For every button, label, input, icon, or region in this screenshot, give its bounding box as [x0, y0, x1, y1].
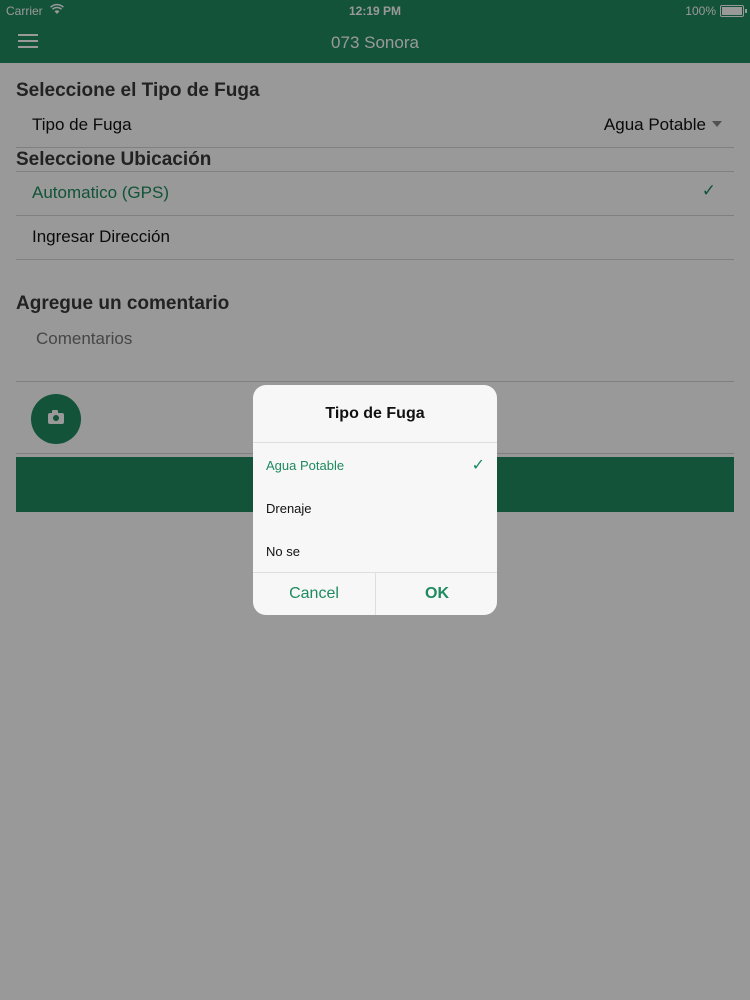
dialog-option-no-se[interactable]: No se [253, 529, 497, 572]
checkmark-icon: ✓ [471, 457, 485, 474]
dialog-title: Tipo de Fuga [325, 405, 425, 422]
cancel-button[interactable]: Cancel [253, 572, 375, 615]
ok-button[interactable]: OK [375, 572, 497, 615]
dialog-option-label: Drenaje [266, 501, 312, 516]
dialog-option-label: No se [266, 544, 300, 559]
leak-type-dialog: Tipo de Fuga Agua Potable ✓ Drenaje No s… [253, 385, 497, 615]
dialog-option-label: Agua Potable [266, 458, 345, 473]
dialog-option-drenaje[interactable]: Drenaje [253, 486, 497, 529]
dialog-option-agua-potable[interactable]: Agua Potable ✓ [253, 443, 497, 486]
